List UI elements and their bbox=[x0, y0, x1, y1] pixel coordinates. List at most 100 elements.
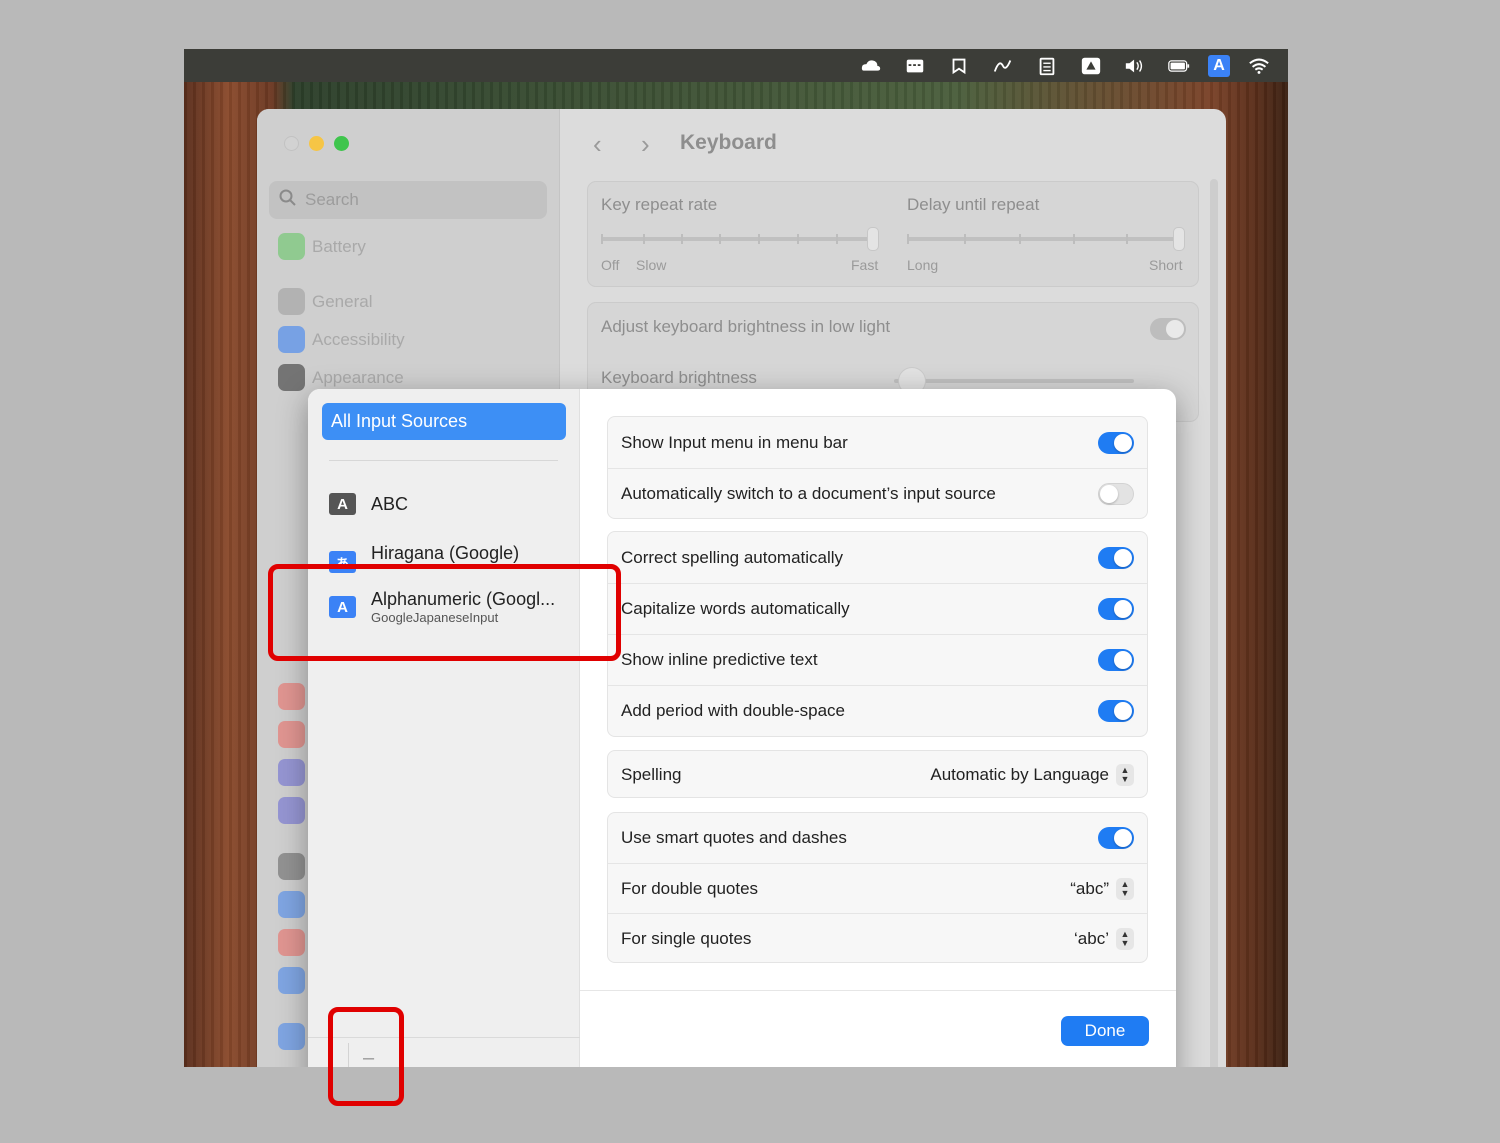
focus-icon[interactable] bbox=[278, 759, 305, 786]
forward-arrow-icon[interactable]: › bbox=[641, 129, 650, 160]
row-label: Use smart quotes and dashes bbox=[621, 828, 847, 847]
input-sources-list: All Input Sources A ABC あ Hiragana (Goog… bbox=[308, 389, 580, 1067]
input-menu-group: Show Input menu in menu bar Automaticall… bbox=[607, 416, 1148, 519]
highlight-box-input-source bbox=[268, 564, 621, 661]
cloud-icon[interactable] bbox=[856, 54, 886, 78]
auto-switch-row: Automatically switch to a document’s inp… bbox=[608, 468, 1147, 519]
appearance-icon bbox=[278, 364, 305, 391]
sidebar-item-appearance[interactable]: Appearance bbox=[278, 364, 404, 391]
show-input-menu-row: Show Input menu in menu bar bbox=[608, 417, 1147, 468]
slider-tick bbox=[907, 234, 909, 244]
abc-badge-icon: A bbox=[329, 493, 356, 515]
auto-switch-toggle[interactable] bbox=[1098, 483, 1134, 505]
screen-time-icon[interactable] bbox=[278, 797, 305, 824]
done-button[interactable]: Done bbox=[1061, 1016, 1149, 1046]
privacy-hand-icon[interactable] bbox=[278, 891, 305, 918]
spelling-popup[interactable]: Automatic by Language ▲ ▼ bbox=[930, 764, 1134, 786]
single-quotes-row: For single quotes ‘abc’ ▲ ▼ bbox=[608, 913, 1147, 963]
input-options-panel: Show Input menu in menu bar Automaticall… bbox=[580, 389, 1176, 1067]
internet-accounts-icon[interactable] bbox=[278, 1023, 305, 1050]
notifications-icon[interactable] bbox=[278, 683, 305, 710]
inline-predictive-row: Show inline predictive text bbox=[608, 634, 1147, 685]
smart-quotes-toggle[interactable] bbox=[1098, 827, 1134, 849]
slider-tick bbox=[1019, 234, 1021, 244]
chevron-up-down-icon: ▲ ▼ bbox=[1116, 927, 1134, 950]
sidebar-item-label: Accessibility bbox=[312, 329, 405, 349]
double-quotes-popup[interactable]: “abc” ▲ ▼ bbox=[1070, 877, 1134, 900]
scrollbar[interactable] bbox=[1210, 179, 1218, 1067]
key-repeat-card: Key repeat rate Off Slow Fast Delay unti… bbox=[587, 181, 1199, 287]
battery-icon[interactable] bbox=[1164, 54, 1194, 78]
desktop: A Search Battery General Accessibility A… bbox=[184, 49, 1288, 1067]
input-source-abc[interactable]: A ABC bbox=[329, 493, 408, 515]
slider-tick bbox=[1073, 234, 1075, 244]
slider-tick bbox=[643, 234, 645, 244]
menu-bar: A bbox=[184, 49, 1288, 82]
row-label: For double quotes bbox=[621, 878, 759, 898]
sound-icon[interactable] bbox=[278, 721, 305, 748]
keyboard-brightness-slider[interactable] bbox=[894, 379, 1134, 383]
inline-predictive-toggle[interactable] bbox=[1098, 649, 1134, 671]
correct-spelling-row: Correct spelling automatically bbox=[608, 532, 1147, 583]
row-label: Add period with double-space bbox=[621, 701, 845, 720]
volume-icon[interactable] bbox=[1120, 54, 1150, 78]
sidebar-item-general[interactable]: General bbox=[278, 288, 372, 315]
key-repeat-slider[interactable] bbox=[601, 237, 873, 241]
period-double-space-row: Add period with double-space bbox=[608, 685, 1147, 736]
capitalize-words-toggle[interactable] bbox=[1098, 598, 1134, 620]
popup-value: ‘abc’ bbox=[1074, 928, 1109, 948]
adjust-brightness-label: Adjust keyboard brightness in low light bbox=[601, 317, 891, 336]
delay-repeat-thumb[interactable] bbox=[1173, 227, 1185, 251]
back-arrow-icon[interactable]: ‹ bbox=[593, 129, 602, 160]
accessibility-icon bbox=[278, 326, 305, 353]
row-label: Show Input menu in menu bar bbox=[621, 432, 848, 452]
wifi-icon[interactable] bbox=[1244, 54, 1274, 78]
slider-tick bbox=[1126, 234, 1128, 244]
input-source-indicator[interactable]: A bbox=[1208, 54, 1230, 77]
delay-repeat-min-label: Long bbox=[907, 257, 939, 273]
slider-tick bbox=[964, 234, 966, 244]
battery-icon bbox=[278, 233, 305, 260]
window-controls bbox=[284, 136, 349, 151]
input-source-name: Hiragana (Google) bbox=[371, 542, 520, 563]
row-label: Correct spelling automatically bbox=[621, 547, 844, 567]
users-icon[interactable] bbox=[278, 967, 305, 994]
sidebar-item-label: Battery bbox=[312, 236, 366, 256]
divider bbox=[329, 460, 558, 461]
slider-tick bbox=[797, 234, 799, 244]
input-source-name: ABC bbox=[371, 493, 409, 514]
bookmark-icon[interactable] bbox=[944, 54, 974, 78]
sidebar-item-accessibility[interactable]: Accessibility bbox=[278, 326, 405, 353]
spelling-group: Spelling Automatic by Language ▲ ▼ bbox=[607, 750, 1148, 798]
drive-icon[interactable] bbox=[1076, 54, 1106, 78]
sidebar-item-label: General bbox=[312, 291, 373, 311]
page-title: Keyboard bbox=[680, 131, 777, 154]
input-sources-dialog: All Input Sources A ABC あ Hiragana (Goog… bbox=[308, 389, 1176, 1067]
clipboard-icon[interactable] bbox=[1032, 54, 1062, 78]
sidebar-item-battery[interactable]: Battery bbox=[278, 233, 366, 260]
correct-spelling-toggle[interactable] bbox=[1098, 546, 1134, 569]
adjust-brightness-toggle[interactable] bbox=[1150, 318, 1186, 340]
delay-repeat-slider[interactable] bbox=[907, 237, 1183, 241]
popup-value: “abc” bbox=[1070, 878, 1109, 898]
touch-id-icon[interactable] bbox=[278, 929, 305, 956]
zoom-window-button[interactable] bbox=[334, 136, 349, 151]
key-repeat-min-label: Off bbox=[601, 257, 620, 273]
search-field[interactable]: Search bbox=[269, 181, 547, 219]
gear-icon bbox=[278, 288, 305, 315]
single-quotes-popup[interactable]: ‘abc’ ▲ ▼ bbox=[1074, 927, 1134, 950]
key-repeat-thumb[interactable] bbox=[867, 227, 879, 251]
lock-icon[interactable] bbox=[278, 853, 305, 880]
window-icon[interactable] bbox=[900, 54, 930, 78]
sidebar-item-label: Appearance bbox=[312, 367, 404, 387]
signature-icon[interactable] bbox=[988, 54, 1018, 78]
show-input-menu-toggle[interactable] bbox=[1098, 431, 1134, 454]
slider-tick bbox=[836, 234, 838, 244]
minimize-window-button[interactable] bbox=[309, 136, 324, 151]
period-double-space-toggle[interactable] bbox=[1098, 700, 1134, 722]
smart-quotes-group: Use smart quotes and dashes For double q… bbox=[607, 812, 1148, 963]
close-window-button[interactable] bbox=[284, 136, 299, 151]
delay-repeat-max-label: Short bbox=[1149, 257, 1183, 273]
key-repeat-slow-label: Slow bbox=[636, 257, 667, 273]
all-input-sources-item[interactable]: All Input Sources bbox=[322, 403, 566, 440]
